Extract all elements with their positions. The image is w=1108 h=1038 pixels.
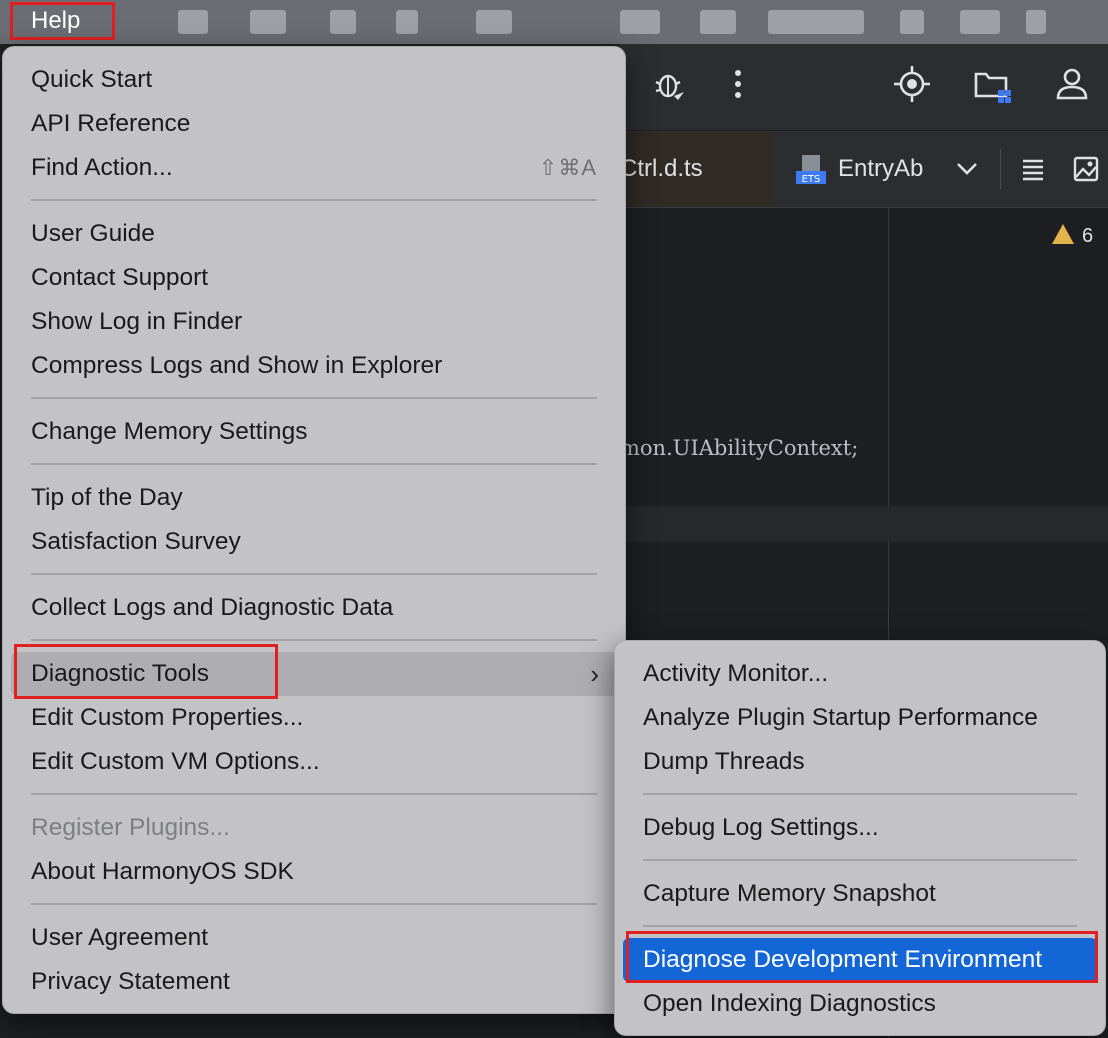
macos-menu-bar: Help <box>0 0 1108 44</box>
shortcut-label: ⇧⌘A <box>538 155 597 180</box>
more-vertical-icon[interactable] <box>718 64 758 104</box>
menu-item-label: Find Action... <box>31 154 173 181</box>
submenu-item-debug-log-settings[interactable]: Debug Log Settings... <box>623 806 1097 850</box>
ide-toolbar <box>620 44 1108 131</box>
list-icon[interactable] <box>1020 157 1046 181</box>
chevron-right-icon: › <box>590 659 599 689</box>
annotation-highlight-diagnose-environment <box>626 931 1098 983</box>
menu-item-find-action[interactable]: Find Action... ⇧⌘A <box>11 146 617 190</box>
current-line-highlight <box>620 506 1108 542</box>
submenu-item-activity-monitor[interactable]: Activity Monitor... <box>623 652 1097 696</box>
menu-separator <box>31 639 597 641</box>
warning-indicator[interactable]: 6 <box>1052 224 1093 248</box>
tab-label: Ctrl.d.ts <box>620 155 703 182</box>
menu-item-quick-start[interactable]: Quick Start <box>11 58 617 102</box>
blurred-menu-bar-items <box>170 6 1108 36</box>
tab-ctrl-d-ts[interactable]: Ctrl.d.ts <box>620 131 774 207</box>
menu-separator <box>643 925 1077 927</box>
menu-separator <box>31 793 597 795</box>
menu-item-api-reference[interactable]: API Reference <box>11 102 617 146</box>
menu-item-satisfaction-survey[interactable]: Satisfaction Survey <box>11 520 617 564</box>
help-menu: Quick Start API Reference Find Action...… <box>2 46 626 1014</box>
menu-item-privacy-statement[interactable]: Privacy Statement <box>11 960 617 1004</box>
menu-item-tip-of-day[interactable]: Tip of the Day <box>11 476 617 520</box>
submenu-item-analyze-plugin-startup[interactable]: Analyze Plugin Startup Performance <box>623 696 1097 740</box>
menu-separator <box>31 573 597 575</box>
menu-separator <box>31 463 597 465</box>
menu-item-collect-logs[interactable]: Collect Logs and Diagnostic Data <box>11 586 617 630</box>
menu-item-about-sdk[interactable]: About HarmonyOS SDK <box>11 850 617 894</box>
menu-item-user-agreement[interactable]: User Agreement <box>11 916 617 960</box>
ets-file-icon: ETS <box>796 155 826 185</box>
project-folder-icon[interactable] <box>972 64 1012 104</box>
help-menu-title[interactable]: Help <box>10 2 115 40</box>
menu-item-show-log[interactable]: Show Log in Finder <box>11 300 617 344</box>
tab-label: EntryAb <box>838 155 924 182</box>
submenu-item-open-indexing-diagnostics[interactable]: Open Indexing Diagnostics <box>623 982 1097 1026</box>
warning-icon <box>1052 224 1074 244</box>
editor-tab-bar: Ctrl.d.ts ETS EntryAb <box>620 131 1108 208</box>
menu-item-user-guide[interactable]: User Guide <box>11 212 617 256</box>
menu-item-change-memory[interactable]: Change Memory Settings <box>11 410 617 454</box>
code-line: mon.UIAbilityContext; <box>620 436 859 460</box>
menu-separator <box>31 199 597 201</box>
image-preview-icon[interactable] <box>1072 155 1100 183</box>
target-locate-icon[interactable] <box>892 64 932 104</box>
menu-item-compress-logs[interactable]: Compress Logs and Show in Explorer <box>11 344 617 388</box>
account-icon[interactable] <box>1052 64 1092 104</box>
menu-separator <box>643 859 1077 861</box>
tab-entryability[interactable]: ETS EntryAb <box>796 131 946 207</box>
chevron-down-icon[interactable] <box>954 155 980 181</box>
menu-item-contact-support[interactable]: Contact Support <box>11 256 617 300</box>
submenu-item-capture-memory-snapshot[interactable]: Capture Memory Snapshot <box>623 872 1097 916</box>
debug-bug-icon[interactable] <box>650 64 690 104</box>
svg-text:ETS: ETS <box>802 174 821 185</box>
menu-separator <box>31 903 597 905</box>
warning-count: 6 <box>1082 225 1094 247</box>
menu-item-register-plugins: Register Plugins... <box>31 814 230 841</box>
menu-item-edit-vm-options[interactable]: Edit Custom VM Options... <box>11 740 617 784</box>
submenu-item-dump-threads[interactable]: Dump Threads <box>623 740 1097 784</box>
menu-separator <box>643 793 1077 795</box>
tab-divider <box>1000 149 1001 189</box>
annotation-highlight-diagnostic-tools <box>14 644 278 699</box>
menu-item-edit-custom-properties[interactable]: Edit Custom Properties... <box>11 696 617 740</box>
menu-separator <box>31 397 597 399</box>
